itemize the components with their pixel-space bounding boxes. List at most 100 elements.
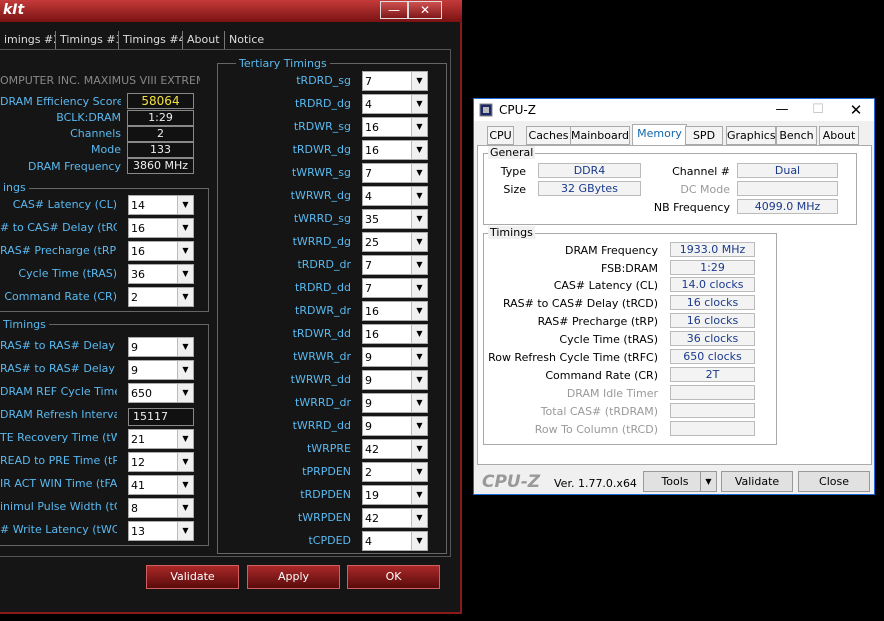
primary-select-0-chevron-down-icon[interactable]: ▼ [177,196,193,214]
secondary-select-7[interactable]: 8 ▼ [128,498,194,518]
tab-cpu[interactable]: CPU [487,126,514,145]
tertiary-select-9[interactable]: 7 ▼ [362,278,428,298]
secondary-select-6[interactable]: 41 ▼ [128,475,194,495]
apply-button[interactable]: Apply [247,565,340,589]
tertiary-select-16[interactable]: 42 ▼ [362,439,428,459]
validate-button[interactable]: Validate [146,565,239,589]
tertiary-select-20-chevron-down-icon[interactable]: ▼ [411,532,427,550]
minimize-icon[interactable]: — [764,99,800,121]
secondary-select-8[interactable]: 13 ▼ [128,521,194,541]
tertiary-select-13[interactable]: 9 ▼ [362,370,428,390]
primary-select-4-chevron-down-icon[interactable]: ▼ [177,288,193,306]
secondary-select-1-chevron-down-icon[interactable]: ▼ [177,361,193,379]
tertiary-select-5[interactable]: 4 ▼ [362,186,428,206]
tertiary-select-0-chevron-down-icon[interactable]: ▼ [411,72,427,90]
tertiary-select-2[interactable]: 16 ▼ [362,117,428,137]
secondary-select-5-value: 12 [131,456,145,469]
tertiary-select-18[interactable]: 19 ▼ [362,485,428,505]
secondary-select-5[interactable]: 12 ▼ [128,452,194,472]
tertiary-select-19[interactable]: 42 ▼ [362,508,428,528]
cpuz-title-bar[interactable]: CPU-Z — ☐ ✕ [474,99,874,121]
secondary-select-2[interactable]: 650 ▼ [128,383,194,403]
tertiary-select-19-chevron-down-icon[interactable]: ▼ [411,509,427,527]
tertiary-select-12[interactable]: 9 ▼ [362,347,428,367]
tertiary-select-5-chevron-down-icon[interactable]: ▼ [411,187,427,205]
primary-select-3-chevron-down-icon[interactable]: ▼ [177,265,193,283]
tertiary-select-2-chevron-down-icon[interactable]: ▼ [411,118,427,136]
primary-timings-title: ings [0,181,29,194]
ok-button[interactable]: OK [347,565,440,589]
tertiary-select-1-chevron-down-icon[interactable]: ▼ [411,95,427,113]
primary-select-2-chevron-down-icon[interactable]: ▼ [177,242,193,260]
secondary-select-2-chevron-down-icon[interactable]: ▼ [177,384,193,402]
tertiary-select-11-chevron-down-icon[interactable]: ▼ [411,325,427,343]
close-button[interactable]: Close [798,471,870,492]
tertiary-select-7-chevron-down-icon[interactable]: ▼ [411,233,427,251]
tertiary-select-8[interactable]: 7 ▼ [362,255,428,275]
tertiary-select-10-chevron-down-icon[interactable]: ▼ [411,302,427,320]
tab-graphics[interactable]: Graphics [726,126,776,145]
secondary-select-4-chevron-down-icon[interactable]: ▼ [177,430,193,448]
tertiary-select-17-chevron-down-icon[interactable]: ▼ [411,463,427,481]
memtweakit-title-bar[interactable]: kIt — ✕ [0,0,462,22]
tertiary-select-8-chevron-down-icon[interactable]: ▼ [411,256,427,274]
tertiary-select-14[interactable]: 9 ▼ [362,393,428,413]
tertiary-select-15[interactable]: 9 ▼ [362,416,428,436]
tertiary-select-17[interactable]: 2 ▼ [362,462,428,482]
tertiary-select-6[interactable]: 35 ▼ [362,209,428,229]
tertiary-select-16-chevron-down-icon[interactable]: ▼ [411,440,427,458]
secondary-select-0[interactable]: 9 ▼ [128,337,194,357]
tab-timings-3[interactable]: Timings #3 [56,31,119,49]
tertiary-select-0[interactable]: 7 ▼ [362,71,428,91]
tertiary-select-3-chevron-down-icon[interactable]: ▼ [411,141,427,159]
minimize-button[interactable]: — [380,1,408,19]
validate-button[interactable]: Validate [721,471,793,492]
tertiary-select-11[interactable]: 16 ▼ [362,324,428,344]
close-icon[interactable]: ✕ [838,99,874,121]
secondary-select-6-chevron-down-icon[interactable]: ▼ [177,476,193,494]
primary-select-2[interactable]: 16 ▼ [128,241,194,261]
tools-button[interactable]: Tools [643,471,707,492]
secondary-select-0-chevron-down-icon[interactable]: ▼ [177,338,193,356]
tertiary-select-4[interactable]: 7 ▼ [362,163,428,183]
tertiary-select-4-chevron-down-icon[interactable]: ▼ [411,164,427,182]
tertiary-select-18-chevron-down-icon[interactable]: ▼ [411,486,427,504]
tools-dropdown-icon[interactable]: ▼ [700,471,717,492]
primary-select-1[interactable]: 16 ▼ [128,218,194,238]
tertiary-select-20[interactable]: 4 ▼ [362,531,428,551]
tertiary-select-9-chevron-down-icon[interactable]: ▼ [411,279,427,297]
tab-notice[interactable]: Notice [225,31,267,49]
tab-caches[interactable]: Caches [526,126,571,145]
secondary-select-4[interactable]: 21 ▼ [128,429,194,449]
primary-select-0[interactable]: 14 ▼ [128,195,194,215]
tertiary-select-12-chevron-down-icon[interactable]: ▼ [411,348,427,366]
tab-bench[interactable]: Bench [776,126,817,145]
tertiary-select-15-chevron-down-icon[interactable]: ▼ [411,417,427,435]
tab-timings-2[interactable]: imings #2 [0,31,56,49]
tab-timings-4[interactable]: Timings #4 [119,31,183,49]
tertiary-select-6-chevron-down-icon[interactable]: ▼ [411,210,427,228]
secondary-select-8-chevron-down-icon[interactable]: ▼ [177,522,193,540]
primary-select-4[interactable]: 2 ▼ [128,287,194,307]
tertiary-label-18: tRDPDEN [300,488,351,501]
tab-spd[interactable]: SPD [685,126,723,145]
tertiary-select-1[interactable]: 4 ▼ [362,94,428,114]
tertiary-select-3[interactable]: 16 ▼ [362,140,428,160]
tertiary-select-14-chevron-down-icon[interactable]: ▼ [411,394,427,412]
tab-about[interactable]: About [183,31,225,49]
primary-select-1-chevron-down-icon[interactable]: ▼ [177,219,193,237]
tertiary-select-13-chevron-down-icon[interactable]: ▼ [411,371,427,389]
tab-memory[interactable]: Memory [632,124,687,145]
secondary-select-1[interactable]: 9 ▼ [128,360,194,380]
tab-mainboard[interactable]: Mainboard [570,126,630,145]
close-button[interactable]: ✕ [408,1,442,19]
secondary-select-5-chevron-down-icon[interactable]: ▼ [177,453,193,471]
maximize-icon[interactable]: ☐ [800,99,836,121]
tertiary-select-7[interactable]: 25 ▼ [362,232,428,252]
timing-value-1: 1:29 [670,260,755,275]
secondary-select-7-chevron-down-icon[interactable]: ▼ [177,499,193,517]
primary-select-3[interactable]: 36 ▼ [128,264,194,284]
secondary-label-4: TE Recovery Time (tWR) [0,431,117,444]
tab-about[interactable]: About [819,126,859,145]
tertiary-select-10[interactable]: 16 ▼ [362,301,428,321]
